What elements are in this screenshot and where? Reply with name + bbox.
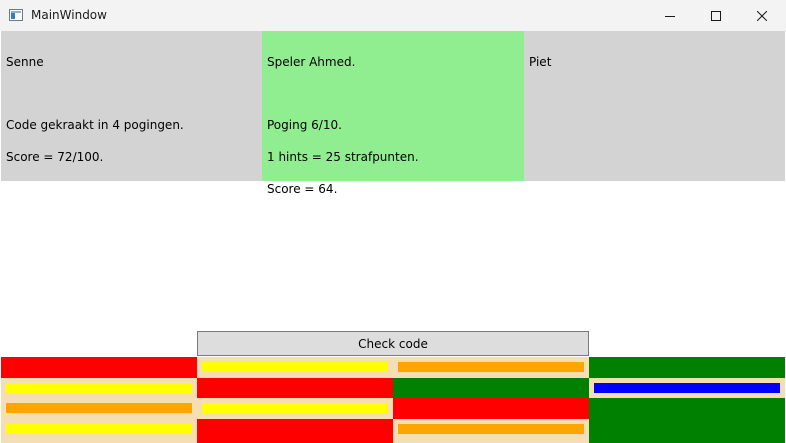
- window-title: MainWindow: [31, 8, 107, 22]
- player-name: Piet: [529, 55, 552, 69]
- color-peg: [202, 362, 388, 372]
- code-slot-c4-r3[interactable]: [589, 398, 785, 419]
- code-slot-c1-r4[interactable]: [1, 419, 197, 443]
- code-slot-c3-r1[interactable]: [393, 357, 589, 378]
- code-slot-c1-r3[interactable]: [1, 398, 197, 419]
- player-score-line: Score = 72/100.: [6, 150, 104, 164]
- code-slot-c2-r4[interactable]: [197, 418, 393, 443]
- check-code-button[interactable]: Check code: [197, 331, 589, 356]
- code-slot-c2-r2[interactable]: [197, 377, 393, 398]
- minimize-icon: [665, 15, 675, 17]
- code-slot-c4-r1[interactable]: [589, 357, 785, 378]
- player-panel-senne: Senne Code gekraakt in 4 pogingen. Score…: [1, 31, 262, 181]
- code-slot-c4-r4[interactable]: [589, 418, 785, 443]
- player-attempt-line: Poging 6/10.: [267, 118, 342, 132]
- player-status-line: Code gekraakt in 4 pogingen.: [6, 118, 184, 132]
- code-slot-c4-r2[interactable]: [589, 378, 785, 399]
- color-peg: [398, 362, 584, 372]
- close-icon: [757, 10, 767, 21]
- color-peg: [6, 382, 192, 393]
- code-board: [1, 357, 785, 443]
- color-peg: [398, 423, 584, 434]
- player-hints-line: 1 hints = 25 strafpunten.: [267, 150, 419, 164]
- code-slot-c3-r2[interactable]: [393, 377, 589, 398]
- code-slot-c2-r1[interactable]: [197, 357, 393, 378]
- minimize-button[interactable]: [647, 0, 693, 31]
- title-bar: MainWindow: [0, 0, 786, 31]
- maximize-button[interactable]: [693, 0, 739, 31]
- player-panel-ahmed: Speler Ahmed. Poging 6/10. 1 hints = 25 …: [262, 31, 524, 196]
- code-slot-c3-r4[interactable]: [393, 419, 589, 443]
- player-score-line: Score = 64.: [267, 182, 338, 196]
- color-peg: [6, 403, 192, 413]
- maximize-icon: [711, 10, 721, 21]
- code-slot-c3-r3[interactable]: [393, 398, 589, 419]
- code-slot-c2-r3[interactable]: [197, 398, 393, 419]
- color-peg: [202, 403, 388, 413]
- close-button[interactable]: [739, 0, 785, 31]
- code-slot-c1-r1[interactable]: [1, 357, 197, 378]
- app-window-icon: [9, 9, 23, 21]
- color-peg: [594, 382, 780, 393]
- color-peg: [6, 423, 192, 434]
- player-name: Speler Ahmed.: [267, 55, 356, 69]
- player-panel-piet: Piet: [524, 31, 785, 181]
- code-slot-c1-r2[interactable]: [1, 378, 197, 399]
- player-name: Senne: [6, 55, 44, 69]
